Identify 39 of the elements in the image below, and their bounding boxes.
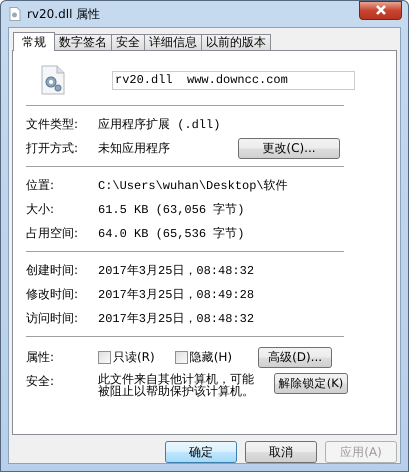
dialog-button[interactable]: 取消 bbox=[245, 441, 317, 463]
advanced-button[interactable]: 高级(D)... bbox=[258, 346, 332, 368]
checkbox-label[interactable]: 隐藏(H) bbox=[190, 348, 232, 366]
tab[interactable]: 安全 bbox=[111, 34, 145, 50]
checkbox-label[interactable]: 只读(R) bbox=[113, 348, 155, 366]
field-value: 未知应用程序 bbox=[98, 140, 170, 156]
checkbox[interactable] bbox=[98, 350, 111, 364]
tab[interactable]: 以前的版本 bbox=[201, 34, 271, 50]
field-label: 大小: bbox=[26, 200, 56, 218]
field-label: 访问时间: bbox=[26, 310, 80, 326]
field-value: 64.0 KB (65,536 字节) bbox=[98, 226, 244, 242]
field-label: 文件类型: bbox=[26, 116, 80, 132]
tab[interactable]: 常规 bbox=[13, 32, 55, 51]
field-value: C:\Users\wuhan\Desktop\软件 bbox=[98, 178, 288, 194]
field-label: 属性: bbox=[26, 348, 56, 366]
tab[interactable]: 数字签名 bbox=[54, 34, 112, 50]
file-icon bbox=[9, 7, 21, 21]
change-button[interactable]: 更改(C)... bbox=[238, 138, 340, 158]
close-icon bbox=[374, 4, 388, 16]
dialog-button[interactable]: 确定 bbox=[165, 441, 237, 463]
field-value: 61.5 KB (63,056 字节) bbox=[98, 202, 244, 218]
field-value: 2017年3月25日，08:49:28 bbox=[98, 286, 254, 302]
checkbox[interactable] bbox=[174, 350, 188, 364]
unblock-button[interactable]: 解除锁定(K) bbox=[274, 373, 348, 394]
field-label: 创建时间: bbox=[26, 262, 80, 278]
field-value: 2017年3月25日，08:48:32 bbox=[98, 310, 254, 326]
field-label: 位置: bbox=[26, 176, 56, 194]
field-label: 修改时间: bbox=[26, 286, 80, 302]
field-value: 应用程序扩展 (.dll) bbox=[98, 116, 220, 132]
close-button[interactable] bbox=[359, 0, 402, 20]
window-title: rv20.dll 属性 bbox=[27, 6, 100, 22]
security-message: 此文件来自其他计算机，可能被阻止以帮助保护该计算机。 bbox=[98, 373, 255, 397]
field-label: 安全: bbox=[26, 373, 56, 390]
tab[interactable]: 详细信息 bbox=[144, 34, 202, 50]
field-label: 占用空间: bbox=[26, 224, 80, 242]
file-name-field[interactable]: rv20.dll www.downcc.com bbox=[112, 70, 355, 90]
field-label: 打开方式: bbox=[26, 140, 80, 156]
field-value: 2017年3月25日，08:48:32 bbox=[98, 262, 254, 278]
gear-file-icon bbox=[40, 65, 66, 95]
